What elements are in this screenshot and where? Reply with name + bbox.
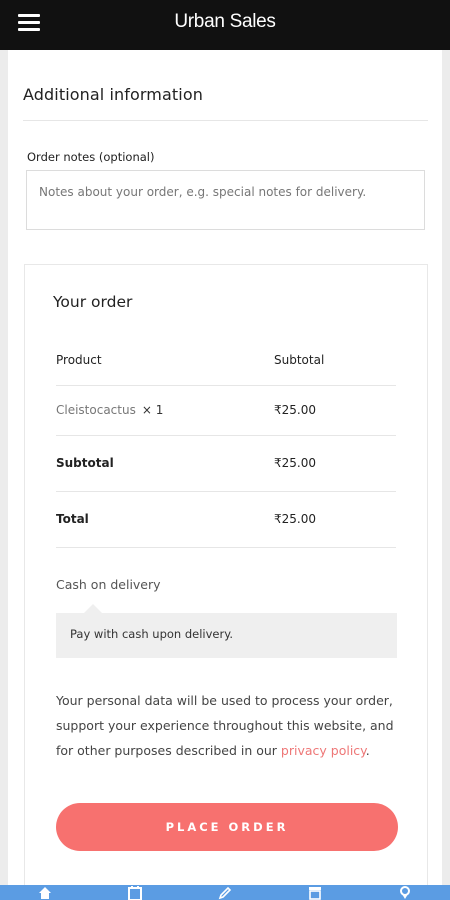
divider: [23, 120, 428, 121]
privacy-notice: Your personal data will be used to proce…: [56, 688, 401, 763]
calendar-icon[interactable]: [115, 885, 155, 900]
checkout-page: Additional information Order notes (opti…: [8, 50, 442, 885]
app-bar: Urban Sales: [0, 0, 450, 50]
total-value: ₹25.00: [274, 491, 396, 548]
home-icon[interactable]: [25, 885, 65, 900]
bottom-navigation: [0, 885, 450, 900]
table-row: Cleistocactus × 1 ₹25.00: [56, 385, 396, 436]
order-notes-label: Order notes (optional): [27, 150, 155, 164]
additional-information-heading: Additional information: [23, 85, 203, 104]
product-column-header: Product: [56, 335, 274, 386]
payment-description: Pay with cash upon delivery.: [56, 604, 397, 658]
total-label: Total: [56, 491, 274, 548]
table-header-row: Product Subtotal: [56, 335, 396, 386]
store-icon[interactable]: [295, 885, 335, 900]
privacy-policy-link[interactable]: privacy policy: [281, 743, 366, 758]
privacy-notice-suffix: .: [365, 743, 370, 758]
product-cell: Cleistocactus × 1: [56, 385, 274, 436]
product-quantity: × 1: [141, 403, 164, 417]
product-name: Cleistocactus: [56, 403, 136, 417]
subtotal-label: Subtotal: [56, 435, 274, 492]
subtotal-value: ₹25.00: [274, 435, 396, 492]
order-notes-field[interactable]: [26, 170, 425, 230]
place-order-button[interactable]: PLACE ORDER: [56, 803, 398, 851]
product-subtotal: ₹25.00: [274, 385, 396, 436]
pencil-icon[interactable]: [205, 885, 245, 900]
payment-method-label[interactable]: Cash on delivery: [56, 577, 161, 592]
order-table: Product Subtotal Cleistocactus × 1 ₹25.00…: [56, 335, 396, 548]
total-row: Total ₹25.00: [56, 491, 396, 548]
order-review-card: Your order Product Subtotal Cleistocactu…: [24, 264, 428, 885]
location-pin-icon[interactable]: [385, 885, 425, 900]
subtotal-row: Subtotal ₹25.00: [56, 435, 396, 492]
your-order-heading: Your order: [53, 293, 133, 311]
app-title: Urban Sales: [174, 11, 276, 32]
subtotal-column-header: Subtotal: [274, 335, 396, 386]
